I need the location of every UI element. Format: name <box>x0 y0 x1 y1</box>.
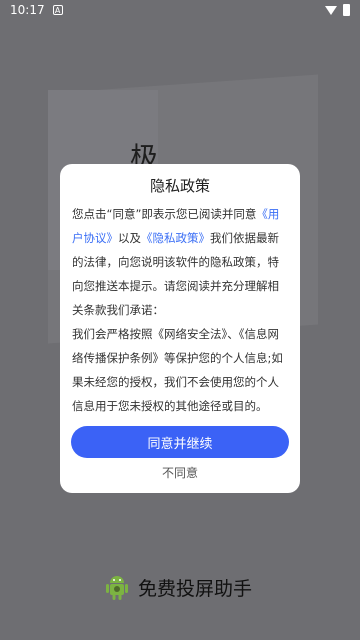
dialog-title: 隐私政策 <box>149 177 210 195</box>
disagree-button[interactable]: 不同意 <box>60 464 300 481</box>
status-bar: 10:17 A <box>0 0 360 20</box>
privacy-dialog: 隐私政策 您点击“同意”即表示您已阅读并同意《用户协议》以及《隐私政策》我们依据… <box>60 164 300 493</box>
app-name: 免费投屏助手 <box>138 577 253 600</box>
a-notification-icon: A <box>52 5 63 15</box>
privacy-policy-link[interactable]: 《隐私政策》 <box>141 231 210 245</box>
dialog-text: 以及 <box>118 231 141 245</box>
dialog-text-2: 我们会严格按照《网络安全法》、《信息网络传播保护条例》等保护您的个人信息;如果未… <box>72 327 283 413</box>
android-icon <box>106 576 128 600</box>
wifi-icon <box>325 5 337 15</box>
status-time: 10:17 <box>10 3 45 17</box>
status-icons <box>325 4 350 16</box>
dialog-body: 您点击“同意”即表示您已阅读并同意《用户协议》以及《隐私政策》我们依据最新的法律… <box>72 202 288 418</box>
agree-button[interactable]: 同意并继续 <box>71 426 289 458</box>
app-footer: 免费投屏助手 <box>104 572 252 602</box>
battery-icon <box>343 4 350 16</box>
dialog-text: 您点击“同意”即表示您已阅读并同意 <box>72 207 257 221</box>
